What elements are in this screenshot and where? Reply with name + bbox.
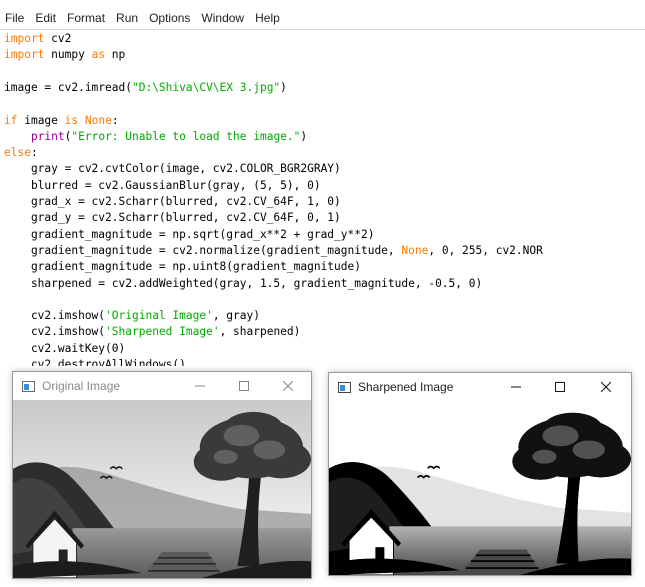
code-line-16: sharpened = cv2.addWeighted(gray, 1.5, g… (4, 276, 483, 290)
landscape-image (13, 400, 311, 578)
window-icon (338, 382, 351, 393)
sharpened-image-window[interactable]: Sharpened Image (328, 372, 632, 576)
window-icon (22, 381, 35, 392)
menu-format[interactable]: Format (67, 11, 105, 25)
maximize-icon (239, 381, 249, 391)
title-bar[interactable]: Original Image (13, 372, 311, 400)
code-line-21: cv2.destroyAllWindows() (4, 358, 186, 366)
code-line-1: import cv2 (4, 32, 72, 45)
menu-run[interactable]: Run (116, 11, 138, 25)
menu-help[interactable]: Help (255, 11, 280, 25)
code-line-19: cv2.imshow('Sharpened Image', sharpened) (4, 325, 301, 339)
code-line-8: else: (4, 146, 38, 160)
code-line-11: grad_x = cv2.Scharr(blurred, cv2.CV_64F,… (4, 195, 341, 208)
code-line-12: grad_y = cv2.Scharr(blurred, cv2.CV_64F,… (4, 211, 341, 225)
code-line-14: gradient_magnitude = cv2.normalize(gradi… (4, 243, 543, 257)
menu-file[interactable]: File (5, 11, 24, 25)
minimize-icon (195, 385, 205, 387)
window-title: Original Image (42, 379, 121, 393)
original-image-window[interactable]: Original Image (12, 371, 312, 579)
code-editor[interactable]: import cv2 import numpy as np image = cv… (0, 31, 645, 366)
code-line-2: import numpy as np (4, 48, 126, 62)
menu-edit[interactable]: Edit (35, 11, 56, 25)
code-line-18: cv2.imshow('Original Image', gray) (4, 309, 260, 323)
code-line-13: gradient_magnitude = np.sqrt(grad_x**2 +… (4, 227, 375, 241)
window-title: Sharpened Image (358, 380, 454, 394)
code-line-4: image = cv2.imread("D:\Shiva\CV\EX 3.jpg… (4, 80, 287, 94)
close-button[interactable] (583, 373, 629, 401)
code-line-9: gray = cv2.cvtColor(image, cv2.COLOR_BGR… (4, 162, 341, 176)
sharpened-image (329, 401, 631, 575)
original-image (13, 400, 311, 578)
code-line-7: print("Error: Unable to load the image."… (30, 129, 308, 143)
menu-bar: File Edit Format Run Options Window Help (0, 0, 645, 30)
maximize-icon (555, 382, 565, 392)
maximize-button[interactable] (537, 373, 583, 401)
minimize-button[interactable] (177, 372, 223, 400)
close-icon (601, 382, 611, 392)
title-bar[interactable]: Sharpened Image (329, 373, 631, 401)
menu-options[interactable]: Options (149, 11, 190, 25)
code-line-6: if image is None: (4, 113, 119, 127)
minimize-button[interactable] (493, 373, 539, 401)
code-line-10: blurred = cv2.GaussianBlur(gray, (5, 5),… (4, 178, 321, 192)
close-button[interactable] (265, 372, 311, 400)
menu-window[interactable]: Window (201, 11, 244, 25)
landscape-image (329, 401, 631, 575)
code-line-15: gradient_magnitude = np.uint8(gradient_m… (4, 260, 361, 274)
code-line-20: cv2.waitKey(0) (4, 341, 126, 355)
close-icon (283, 381, 293, 391)
minimize-icon (511, 386, 521, 388)
maximize-button[interactable] (221, 372, 267, 400)
